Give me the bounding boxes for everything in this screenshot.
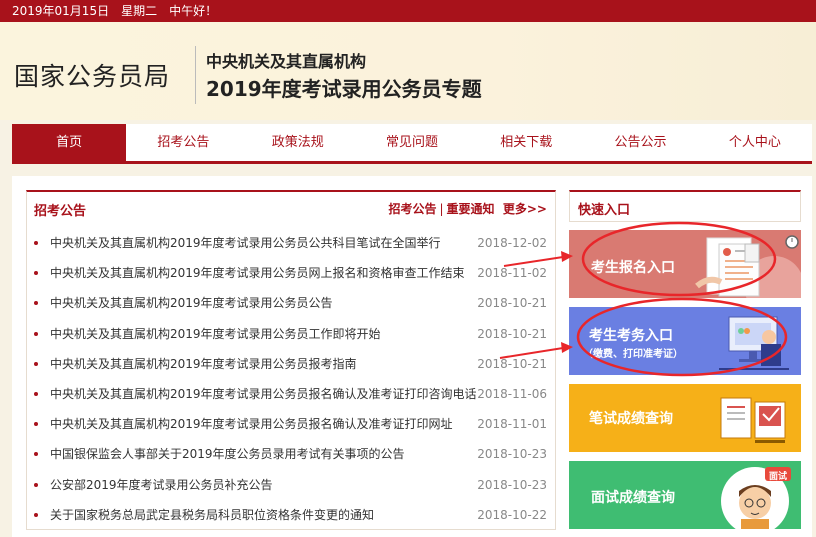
news-item-date: 2018-11-06 bbox=[477, 386, 547, 401]
news-item-date: 2018-10-21 bbox=[477, 326, 547, 341]
header-divider bbox=[195, 46, 196, 104]
news-item-title[interactable]: 中央机关及其直属机构2019年度考试录用公务员报考指南 bbox=[50, 349, 357, 379]
page-title: 2019年度考试录用公务员专题 bbox=[206, 77, 482, 101]
news-item[interactable]: 中国银保监会人事部关于2019年度公务员录用考试有关事项的公告 2018-10-2… bbox=[27, 439, 555, 469]
news-item-date: 2018-12-02 bbox=[477, 236, 547, 250]
news-item-title[interactable]: 中央机关及其直属机构2019年度考试录用公务员报名确认及准考证打印网址 bbox=[50, 409, 453, 439]
link-important-notices[interactable]: 重要通知 bbox=[447, 202, 495, 216]
news-item-date: 2018-10-23 bbox=[477, 477, 547, 492]
bullet-icon bbox=[34, 452, 38, 457]
news-item[interactable]: 中央机关及其直属机构2019年度考试录用公务员报名确认及准考证打印咨询电话 201… bbox=[27, 379, 555, 409]
bullet-icon bbox=[34, 361, 38, 366]
nav-downloads[interactable]: 相关下载 bbox=[469, 124, 583, 161]
news-item[interactable]: 中央机关及其直属机构2019年度考试录用公务员报名确认及准考证打印网址 2018-… bbox=[27, 409, 555, 439]
org-logo-text[interactable]: 国家公务员局 bbox=[14, 57, 170, 93]
news-item-date: 2018-10-21 bbox=[477, 356, 547, 371]
written-score-label: 笔试成绩查询 bbox=[589, 411, 673, 427]
news-item-title[interactable]: 中央机关及其直属机构2019年度考试录用公务员公告 bbox=[50, 288, 333, 318]
bullet-icon bbox=[34, 422, 38, 427]
written-score-button[interactable]: 笔试成绩查询 bbox=[569, 384, 801, 452]
news-item-title[interactable]: 中央机关及其直属机构2019年度考试录用公务员报名确认及准考证打印咨询电话 bbox=[50, 379, 477, 409]
links-separator: | bbox=[439, 202, 444, 216]
nav-personal-center[interactable]: 个人中心 bbox=[698, 124, 812, 161]
news-list: 中央机关及其直属机构2019年度考试录用公务员公共科目笔试在全国举行 2018-1… bbox=[27, 228, 555, 530]
news-item-date: 2018-10-21 bbox=[477, 296, 547, 311]
news-item-date: 2018-11-01 bbox=[477, 417, 547, 432]
news-item[interactable]: 中央机关及其直属机构2019年度考试录用公务员报考指南 2018-10-21 bbox=[27, 349, 555, 379]
news-item-date: 2018-10-22 bbox=[477, 507, 547, 522]
nav-announcements[interactable]: 招考公告 bbox=[126, 124, 240, 161]
header-subtitle: 中央机关及其直属机构 bbox=[206, 52, 367, 71]
bullet-icon bbox=[34, 391, 38, 396]
interview-score-label: 面试成绩查询 bbox=[591, 490, 675, 506]
news-item[interactable]: 关于国家税务总局武定县税务局科员职位资格条件变更的通知 2018-10-22 bbox=[27, 500, 555, 530]
more-link[interactable]: 更多>> bbox=[503, 202, 547, 216]
bullet-icon bbox=[34, 271, 38, 276]
news-item-title[interactable]: 关于国家税务总局武定县税务局科员职位资格条件变更的通知 bbox=[50, 500, 374, 530]
bullet-icon bbox=[34, 301, 38, 306]
date-greeting: 2019年01月15日 星期二 中午好！ bbox=[12, 4, 218, 18]
news-item-date: 2018-10-23 bbox=[477, 447, 547, 462]
quick-entry-title: 快速入口 bbox=[578, 203, 631, 218]
register-label: 考生报名入口 bbox=[591, 260, 675, 276]
interview-badge: 面试 bbox=[769, 472, 788, 482]
interview-score-button[interactable]: 面试成绩查询 面试 bbox=[569, 461, 801, 529]
news-item-title[interactable]: 中央机关及其直属机构2019年度考试录用公务员公共科目笔试在全国举行 bbox=[50, 228, 441, 258]
register-entry-button[interactable]: 考生报名入口 bbox=[569, 230, 801, 298]
exam-affairs-sublabel: （缴费、打印准考证） bbox=[583, 349, 683, 360]
news-item[interactable]: 中央机关及其直属机构2019年度考试录用公务员公共科目笔试在全国举行 2018-1… bbox=[27, 228, 555, 258]
bullet-icon bbox=[34, 482, 38, 487]
news-item-title[interactable]: 公安部2019年度考试录用公务员补充公告 bbox=[50, 470, 273, 500]
news-item-date: 2018-11-02 bbox=[477, 266, 547, 281]
link-announcements[interactable]: 招考公告 bbox=[388, 202, 436, 216]
exam-affairs-label: 考生考务入口 bbox=[589, 328, 673, 344]
nav-notices[interactable]: 公告公示 bbox=[583, 124, 697, 161]
news-panel-links: 招考公告 | 重要通知 更多>> bbox=[388, 200, 547, 217]
nav-home[interactable]: 首页 bbox=[12, 124, 127, 164]
news-item-title[interactable]: 中央机关及其直属机构2019年度考试录用公务员网上报名和资格审查工作结束 bbox=[50, 258, 465, 288]
news-panel-title: 招考公告 bbox=[34, 204, 87, 219]
nav-policies[interactable]: 政策法规 bbox=[241, 124, 355, 161]
top-date-bar: 2019年01月15日 星期二 中午好！ bbox=[0, 0, 816, 22]
news-item-title[interactable]: 中国银保监会人事部关于2019年度公务员录用考试有关事项的公告 bbox=[50, 439, 405, 469]
main-nav: 首页 招考公告 政策法规 常见问题 相关下载 公告公示 个人中心 bbox=[12, 124, 812, 164]
exam-affairs-entry-button[interactable]: 考生考务入口 （缴费、打印准考证） bbox=[569, 307, 801, 375]
news-item-title[interactable]: 中央机关及其直属机构2019年度考试录用公务员工作即将开始 bbox=[50, 319, 381, 349]
bullet-icon bbox=[34, 512, 38, 517]
bullet-icon bbox=[34, 241, 38, 245]
news-item[interactable]: 中央机关及其直属机构2019年度考试录用公务员工作即将开始 2018-10-21 bbox=[27, 319, 555, 349]
news-item[interactable]: 中央机关及其直属机构2019年度考试录用公务员网上报名和资格审查工作结束 2018… bbox=[27, 258, 555, 288]
nav-faq[interactable]: 常见问题 bbox=[355, 124, 469, 161]
bullet-icon bbox=[34, 331, 38, 336]
news-panel: 招考公告 招考公告 | 重要通知 更多>> 中央机关及其直属机构2019年度考试录用… bbox=[26, 190, 556, 530]
news-item[interactable]: 公安部2019年度考试录用公务员补充公告 2018-10-23 bbox=[27, 470, 555, 500]
site-header: 国家公务员局 中央机关及其直属机构 2019年度考试录用公务员专题 bbox=[0, 22, 816, 120]
news-item[interactable]: 中央机关及其直属机构2019年度考试录用公务员公告 2018-10-21 bbox=[27, 288, 555, 318]
quick-entry-panel: 快速入口 bbox=[569, 190, 801, 222]
